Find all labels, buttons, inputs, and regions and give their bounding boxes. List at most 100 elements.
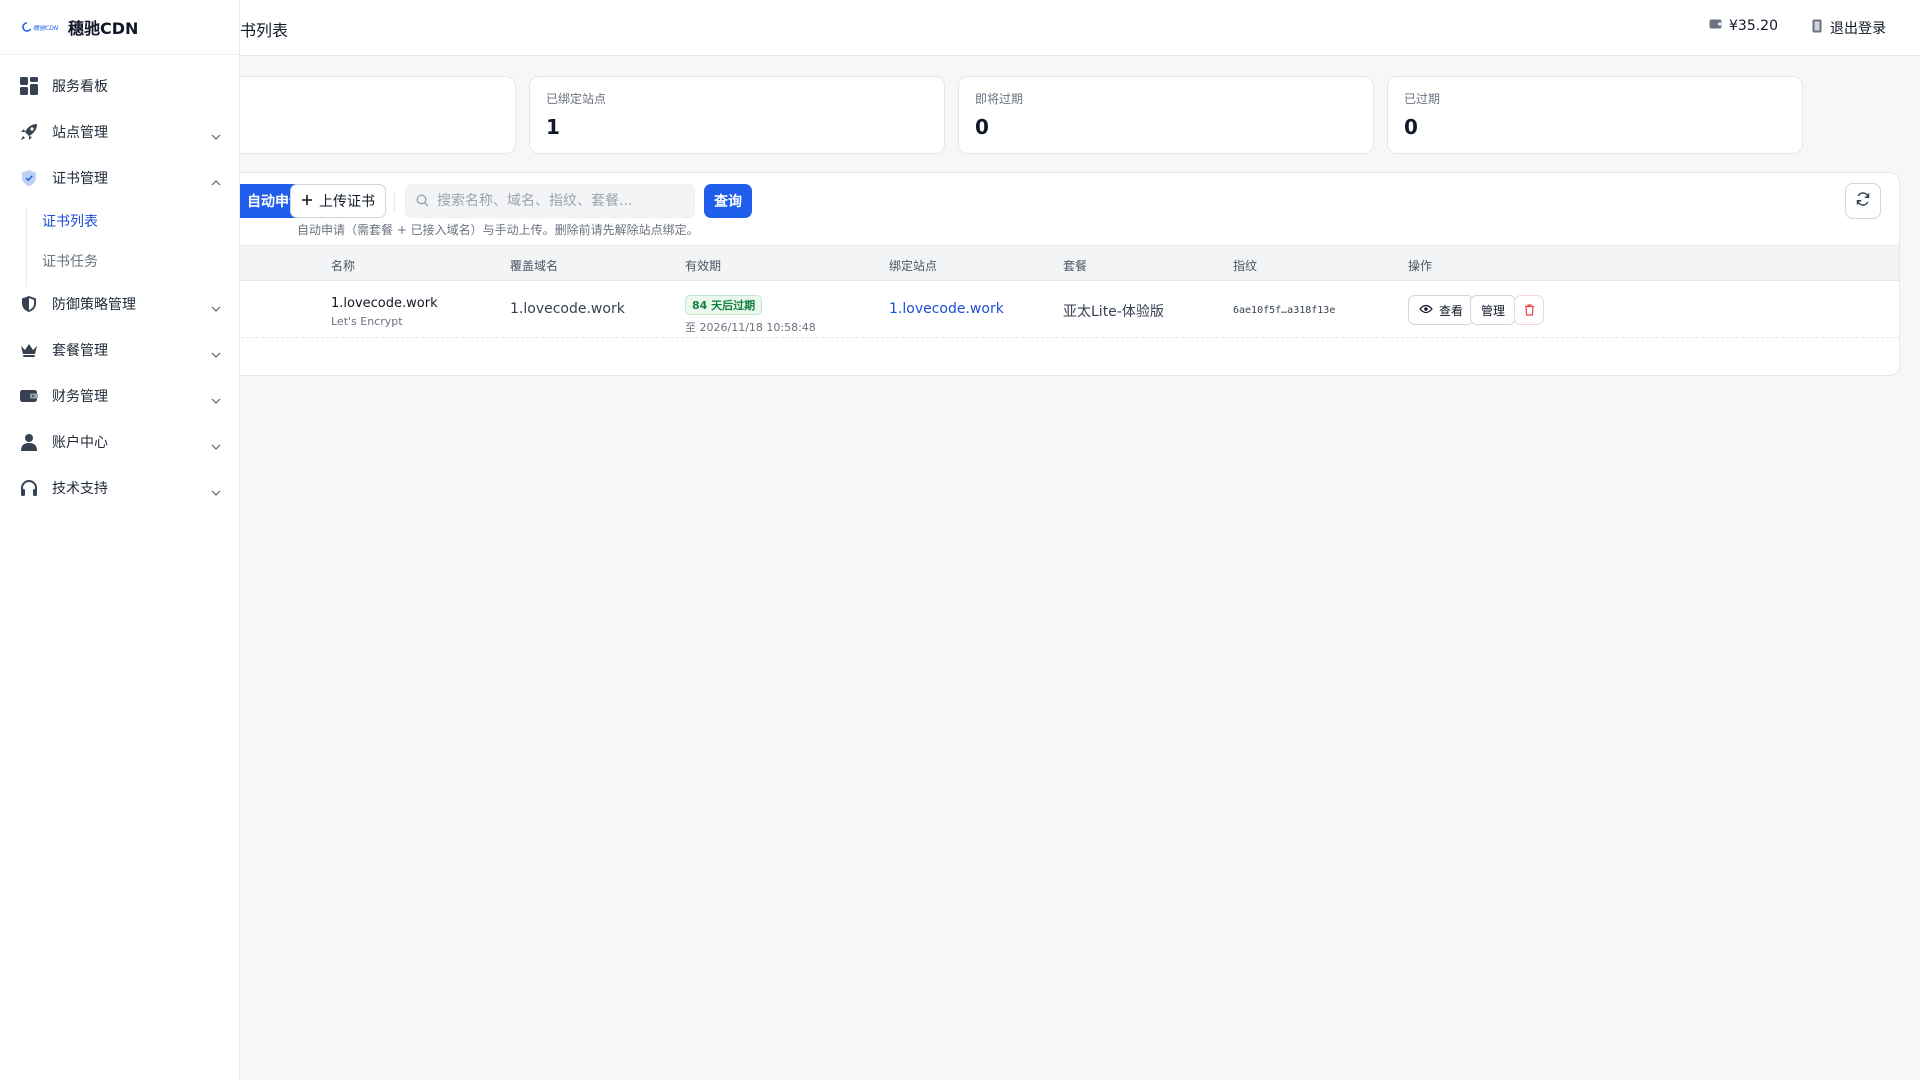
cert-name: 1.lovecode.work [331, 296, 438, 311]
sidebar-item-label: 证书管理 [52, 171, 108, 187]
logout-label: 退出登录 [1830, 21, 1886, 37]
certificate-panel: 自动申请 上传证书 查询 [240, 172, 1900, 376]
chevron-down-icon [211, 343, 221, 362]
column-header: 名称 [331, 259, 356, 273]
stat-card-bound-sites: 已绑定站点 1 [529, 76, 945, 154]
brand[interactable]: 穗驰CDN 穗驰CDN [0, 0, 239, 55]
sidebar-item-dashboard[interactable]: 服务看板 [0, 63, 239, 109]
sidebar-item-label: 服务看板 [52, 79, 108, 95]
submenu-line [26, 207, 27, 287]
chevron-down-icon [211, 389, 221, 408]
sidebar-item-label: 财务管理 [52, 389, 108, 405]
sidebar-item-finance[interactable]: 财务管理 [0, 373, 239, 419]
sidebar-item-defense[interactable]: 防御策略管理 [0, 281, 239, 327]
chevron-down-icon [211, 125, 221, 144]
search-icon [416, 192, 429, 211]
stat-card-expiring: 即将过期 0 [958, 76, 1374, 154]
stat-card-total: 总数 [240, 76, 516, 154]
query-button[interactable]: 查询 [704, 184, 752, 218]
main-content: 书列表 ¥35.20 退出登录 总数 已绑定站点 1 [240, 0, 1920, 1080]
view-label: 查看 [1439, 303, 1464, 318]
wallet-icon [1709, 18, 1723, 34]
logout-icon [1812, 19, 1824, 37]
bound-site-link[interactable]: 1.lovecode.work [889, 301, 1004, 317]
sidebar-item-account[interactable]: 账户中心 [0, 419, 239, 465]
sidebar-nav: 服务看板 站点管理 证书管理 证书列表 证书任务 防御策略管理 套餐管理 财务管… [0, 55, 239, 511]
user-icon [18, 431, 40, 453]
column-header: 绑定站点 [889, 259, 938, 273]
certificate-table: 名称 覆盖域名 有效期 绑定站点 套餐 指纹 操作 1.lovecode.wor… [240, 245, 1899, 338]
stats-row: 总数 已绑定站点 1 即将过期 0 已过期 0 [240, 76, 1803, 154]
eye-icon [1419, 303, 1433, 317]
stat-card-expired: 已过期 0 [1387, 76, 1803, 154]
refresh-icon [1855, 191, 1871, 211]
column-header: 指纹 [1233, 259, 1258, 273]
table-header: 名称 覆盖域名 有效期 绑定站点 套餐 指纹 操作 [240, 245, 1899, 281]
upload-label: 上传证书 [319, 193, 375, 209]
fingerprint-cell: 6ae10f5f…a318f13e [1233, 305, 1336, 316]
wallet-icon [18, 385, 40, 407]
toolbar: 自动申请 上传证书 查询 [240, 183, 1899, 223]
toolbar-divider [394, 191, 395, 211]
sidebar-item-certificates[interactable]: 证书管理 [0, 155, 239, 201]
sidebar-item-plans[interactable]: 套餐管理 [0, 327, 239, 373]
logout-button[interactable]: 退出登录 [1812, 18, 1886, 38]
sidebar-item-label: 账户中心 [52, 435, 108, 451]
certificates-submenu: 证书列表 证书任务 [0, 201, 239, 287]
plan-cell: 亚太Lite-体验版 [1063, 304, 1164, 320]
crown-icon [18, 339, 40, 361]
stat-label: 即将过期 [975, 92, 1024, 106]
domain-cell: 1.lovecode.work [510, 301, 625, 317]
manage-label: 管理 [1481, 303, 1506, 318]
sidebar-item-certificate-tasks[interactable]: 证书任务 [24, 241, 239, 281]
sidebar-item-sites[interactable]: 站点管理 [0, 109, 239, 155]
delete-button[interactable] [1514, 295, 1544, 325]
expiry-badge: 84 天后过期 [685, 295, 763, 315]
lightning-icon [240, 193, 241, 210]
expiry-date: 至 2026/11/18 10:58:48 [685, 321, 816, 334]
chevron-up-icon [211, 171, 221, 190]
stat-value: 0 [1404, 115, 1418, 139]
stat-label: 总数 [240, 90, 499, 107]
rocket-icon [18, 121, 40, 143]
sidebar-item-support[interactable]: 技术支持 [0, 465, 239, 511]
toolbar-hint: 自动申请（需套餐 + 已接入域名）与手动上传。删除前请先解除站点绑定。 [297, 223, 699, 237]
cert-issuer: Let's Encrypt [331, 315, 403, 328]
view-button[interactable]: 查看 [1408, 295, 1475, 325]
sidebar-item-certificate-list[interactable]: 证书列表 [24, 201, 239, 241]
column-header: 有效期 [685, 259, 722, 273]
balance-display[interactable]: ¥35.20 [1709, 18, 1778, 34]
search-input[interactable] [437, 193, 677, 209]
svg-text:穗驰CDN: 穗驰CDN [33, 24, 59, 32]
dashboard-icon [18, 75, 40, 97]
chevron-down-icon [211, 435, 221, 454]
page-title: 书列表 [240, 21, 289, 40]
shield-half-icon [18, 293, 40, 315]
stat-value: 1 [546, 115, 560, 139]
headset-icon [18, 477, 40, 499]
upload-certificate-button[interactable]: 上传证书 [290, 184, 386, 218]
sidebar-item-label: 站点管理 [52, 125, 108, 141]
validity-cell: 84 天后过期 至 2026/11/18 10:58:48 [685, 294, 816, 335]
shield-icon [18, 167, 40, 189]
column-header: 操作 [1408, 259, 1433, 273]
refresh-button[interactable] [1845, 183, 1881, 219]
plus-icon [301, 193, 313, 209]
cert-name-cell: 1.lovecode.work Let's Encrypt [331, 296, 438, 328]
balance-amount: ¥35.20 [1729, 18, 1778, 34]
column-header: 覆盖域名 [510, 259, 559, 273]
actions-cell: 查看 管理 [1408, 295, 1568, 325]
search-box [405, 184, 695, 218]
brand-name: 穗驰CDN [68, 19, 139, 38]
sidebar-item-label: 套餐管理 [52, 343, 108, 359]
chevron-down-icon [211, 297, 221, 316]
column-header: 套餐 [1063, 259, 1088, 273]
trash-icon [1524, 301, 1535, 320]
manage-button[interactable]: 管理 [1470, 295, 1517, 325]
sidebar-item-label: 防御策略管理 [52, 297, 136, 313]
stat-label: 已绑定站点 [546, 92, 607, 106]
chevron-down-icon [211, 481, 221, 500]
table-row: 1.lovecode.work Let's Encrypt 1.lovecode… [240, 281, 1899, 338]
stat-label: 已过期 [1404, 92, 1441, 106]
brand-logo: 穗驰CDN [22, 18, 60, 37]
